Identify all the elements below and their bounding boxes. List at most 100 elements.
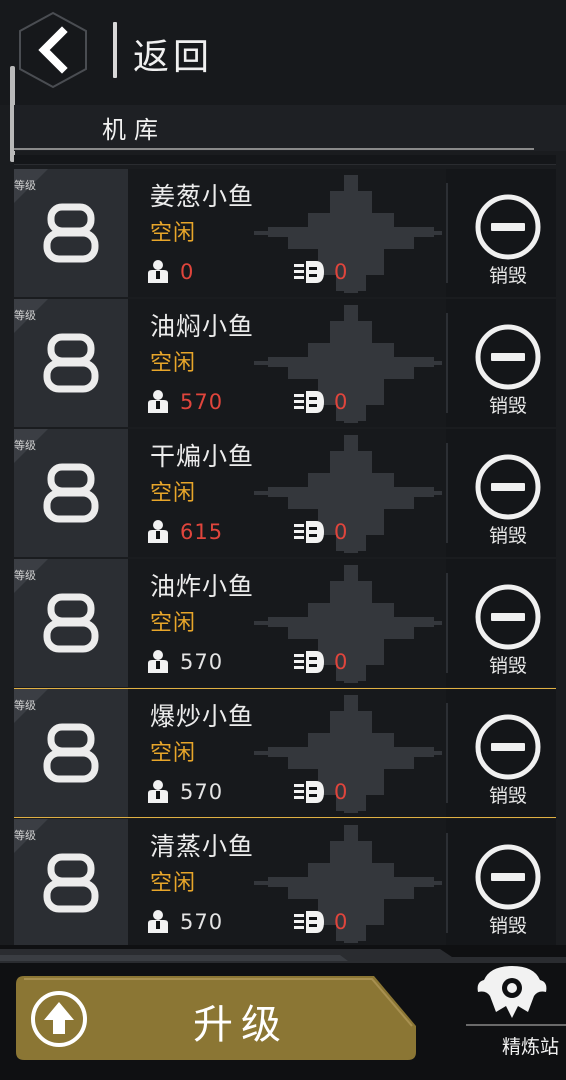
ship-status: 空闲 xyxy=(150,741,197,766)
ship-card[interactable]: 等级 8 xyxy=(14,429,556,557)
crew-stat: 0 xyxy=(146,259,194,285)
crew-icon xyxy=(148,390,168,413)
destroy-label[interactable]: 销毁 xyxy=(446,911,556,938)
action-column: 销毁 xyxy=(446,429,556,557)
crew-stat: 615 xyxy=(146,519,223,545)
ammo-stat: 0 xyxy=(294,389,347,415)
partial-list-item xyxy=(14,155,556,165)
ship-name: 干煸小鱼 xyxy=(150,442,255,471)
destroy-button[interactable] xyxy=(474,583,542,651)
destroy-label[interactable]: 销毁 xyxy=(446,261,556,288)
ammo-stat: 0 xyxy=(294,649,347,675)
svg-text:8: 8 xyxy=(71,892,72,894)
crew-stat: 570 xyxy=(146,909,223,935)
ship-card[interactable]: 等级 8 xyxy=(14,688,556,818)
crew-stat: 570 xyxy=(146,779,223,805)
crew-icon xyxy=(148,780,168,803)
crew-stat: 570 xyxy=(146,649,223,675)
chevron-left-icon xyxy=(19,11,87,89)
crew-icon xyxy=(148,520,168,543)
svg-text:8: 8 xyxy=(71,372,72,374)
svg-text:8: 8 xyxy=(71,242,72,244)
ship-info: 干煸小鱼 空闲 615 0 xyxy=(128,429,446,557)
destroy-label[interactable]: 销毁 xyxy=(446,391,556,418)
destroy-label[interactable]: 销毁 xyxy=(446,781,556,808)
upgrade-label: 升级 xyxy=(193,1002,289,1048)
ship-info: 油焖小鱼 空闲 570 0 xyxy=(128,299,446,427)
level-badge: 等级 8 xyxy=(14,299,128,427)
upgrade-button[interactable]: 升级 xyxy=(16,976,416,1060)
level-digit: 8 xyxy=(43,593,99,653)
hangar-list[interactable]: 等级 8 姜葱小鱼 空闲 0 0 销毁 等级 8 油焖小鱼 空闲 570 0 销… xyxy=(14,155,556,945)
hangar-list-items: 等级 8 姜葱小鱼 空闲 0 0 销毁 等级 8 油焖小鱼 空闲 570 0 销… xyxy=(14,169,556,945)
crew-value: 570 xyxy=(180,910,224,934)
section-header xyxy=(14,105,566,151)
crew-value: 570 xyxy=(180,650,224,674)
ship-name: 油炸小鱼 xyxy=(150,572,255,601)
ship-info: 清蒸小鱼 空闲 570 0 xyxy=(128,819,446,945)
level-badge: 等级 8 xyxy=(14,559,128,687)
level-value: 8 xyxy=(14,169,128,297)
ship-card[interactable]: 等级 8 xyxy=(14,169,556,297)
svg-text:8: 8 xyxy=(71,762,72,764)
crew-value: 570 xyxy=(180,390,224,414)
destroy-label[interactable]: 销毁 xyxy=(446,651,556,678)
ammo-icon xyxy=(294,261,324,283)
level-value: 8 xyxy=(14,299,128,427)
ammo-stat: 0 xyxy=(294,259,347,285)
ammo-stat: 0 xyxy=(294,779,347,805)
action-column: 销毁 xyxy=(446,299,556,427)
ship-info: 油炸小鱼 空闲 570 0 xyxy=(128,559,446,687)
crew-icon xyxy=(148,260,168,283)
level-value: 8 xyxy=(14,429,128,557)
level-digit: 8 xyxy=(43,333,99,393)
destroy-button[interactable] xyxy=(474,843,542,911)
section-title: 机库 xyxy=(102,116,166,144)
level-badge: 等级 8 xyxy=(14,819,128,945)
refinery-emblem-icon xyxy=(477,966,547,1018)
level-value: 8 xyxy=(14,689,128,817)
ammo-value: 0 xyxy=(334,780,348,804)
ship-card[interactable]: 等级 8 xyxy=(14,559,556,687)
ammo-value: 0 xyxy=(334,910,348,934)
ammo-icon xyxy=(294,911,324,933)
level-value: 8 xyxy=(14,559,128,687)
back-button[interactable] xyxy=(16,10,90,90)
action-column: 销毁 xyxy=(446,169,556,297)
ship-info: 爆炒小鱼 空闲 570 0 xyxy=(128,689,446,817)
ship-status: 空闲 xyxy=(150,351,197,376)
level-digit: 8 xyxy=(43,853,99,913)
crew-value: 0 xyxy=(180,260,195,284)
back-label[interactable]: 返回 xyxy=(133,28,213,80)
crew-value: 570 xyxy=(180,780,224,804)
ammo-value: 0 xyxy=(334,260,348,284)
refinery-button[interactable]: 精炼站 xyxy=(462,960,566,1070)
ship-name: 姜葱小鱼 xyxy=(150,182,255,211)
ammo-icon xyxy=(294,521,324,543)
ship-status: 空闲 xyxy=(150,481,197,506)
action-column: 销毁 xyxy=(446,689,556,817)
destroy-label[interactable]: 销毁 xyxy=(446,521,556,548)
destroy-button[interactable] xyxy=(474,193,542,261)
ship-status: 空闲 xyxy=(150,871,197,896)
destroy-button[interactable] xyxy=(474,453,542,521)
ammo-value: 0 xyxy=(334,390,348,414)
destroy-button[interactable] xyxy=(474,713,542,781)
action-column: 销毁 xyxy=(446,559,556,687)
ammo-stat: 0 xyxy=(294,909,347,935)
level-badge: 等级 8 xyxy=(14,429,128,557)
ammo-icon xyxy=(294,781,324,803)
svg-text:8: 8 xyxy=(71,502,72,504)
ship-card[interactable]: 等级 8 xyxy=(14,819,556,945)
ship-name: 清蒸小鱼 xyxy=(150,832,255,861)
header-divider xyxy=(113,22,117,78)
level-digit: 8 xyxy=(43,723,99,783)
ship-name: 爆炒小鱼 xyxy=(150,702,255,731)
crew-stat: 570 xyxy=(146,389,223,415)
ship-card[interactable]: 等级 8 xyxy=(14,299,556,427)
ammo-value: 0 xyxy=(334,650,348,674)
ammo-value: 0 xyxy=(334,520,348,544)
destroy-button[interactable] xyxy=(474,323,542,391)
level-badge: 等级 8 xyxy=(14,169,128,297)
refinery-underline xyxy=(466,1024,566,1026)
